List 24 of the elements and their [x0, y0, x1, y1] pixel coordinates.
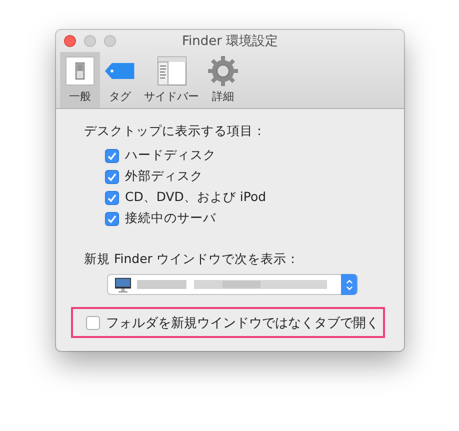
location-popup[interactable] [107, 274, 358, 295]
field-label: 新規 Finder ウインドウで次を表示： [84, 251, 300, 268]
toolbar-tab[interactable]: タグ [100, 52, 140, 108]
section-heading: デスクトップに表示する項目： [84, 123, 267, 140]
checkbox-label: ハードディスク [125, 147, 216, 164]
stepper-icon [341, 274, 357, 295]
checkbox[interactable] [105, 212, 119, 226]
checkbox-label: 外部ディスク [125, 168, 203, 185]
checkbox-label: フォルダを新規ウインドウではなくタブで開く [106, 314, 379, 332]
checkbox[interactable] [105, 148, 119, 162]
sidebar-icon [156, 55, 188, 87]
checkbox[interactable] [86, 316, 100, 330]
close-button[interactable] [64, 35, 76, 47]
switch-icon [64, 55, 96, 87]
checkbox[interactable] [105, 190, 119, 204]
gear-icon [207, 55, 239, 87]
toolbar-tab[interactable]: 詳細 [203, 52, 243, 108]
checkbox-label: 接続中のサーバ [125, 210, 216, 227]
window-title: Finder 環境設定 [182, 33, 278, 50]
checkbox[interactable] [105, 170, 119, 184]
toolbar-tab[interactable]: サイドバー [140, 52, 203, 108]
toolbar-tab[interactable]: 一般 [60, 52, 100, 108]
checkbox-label: CD、DVD、および iPod [125, 189, 266, 206]
computer-icon [114, 276, 132, 292]
